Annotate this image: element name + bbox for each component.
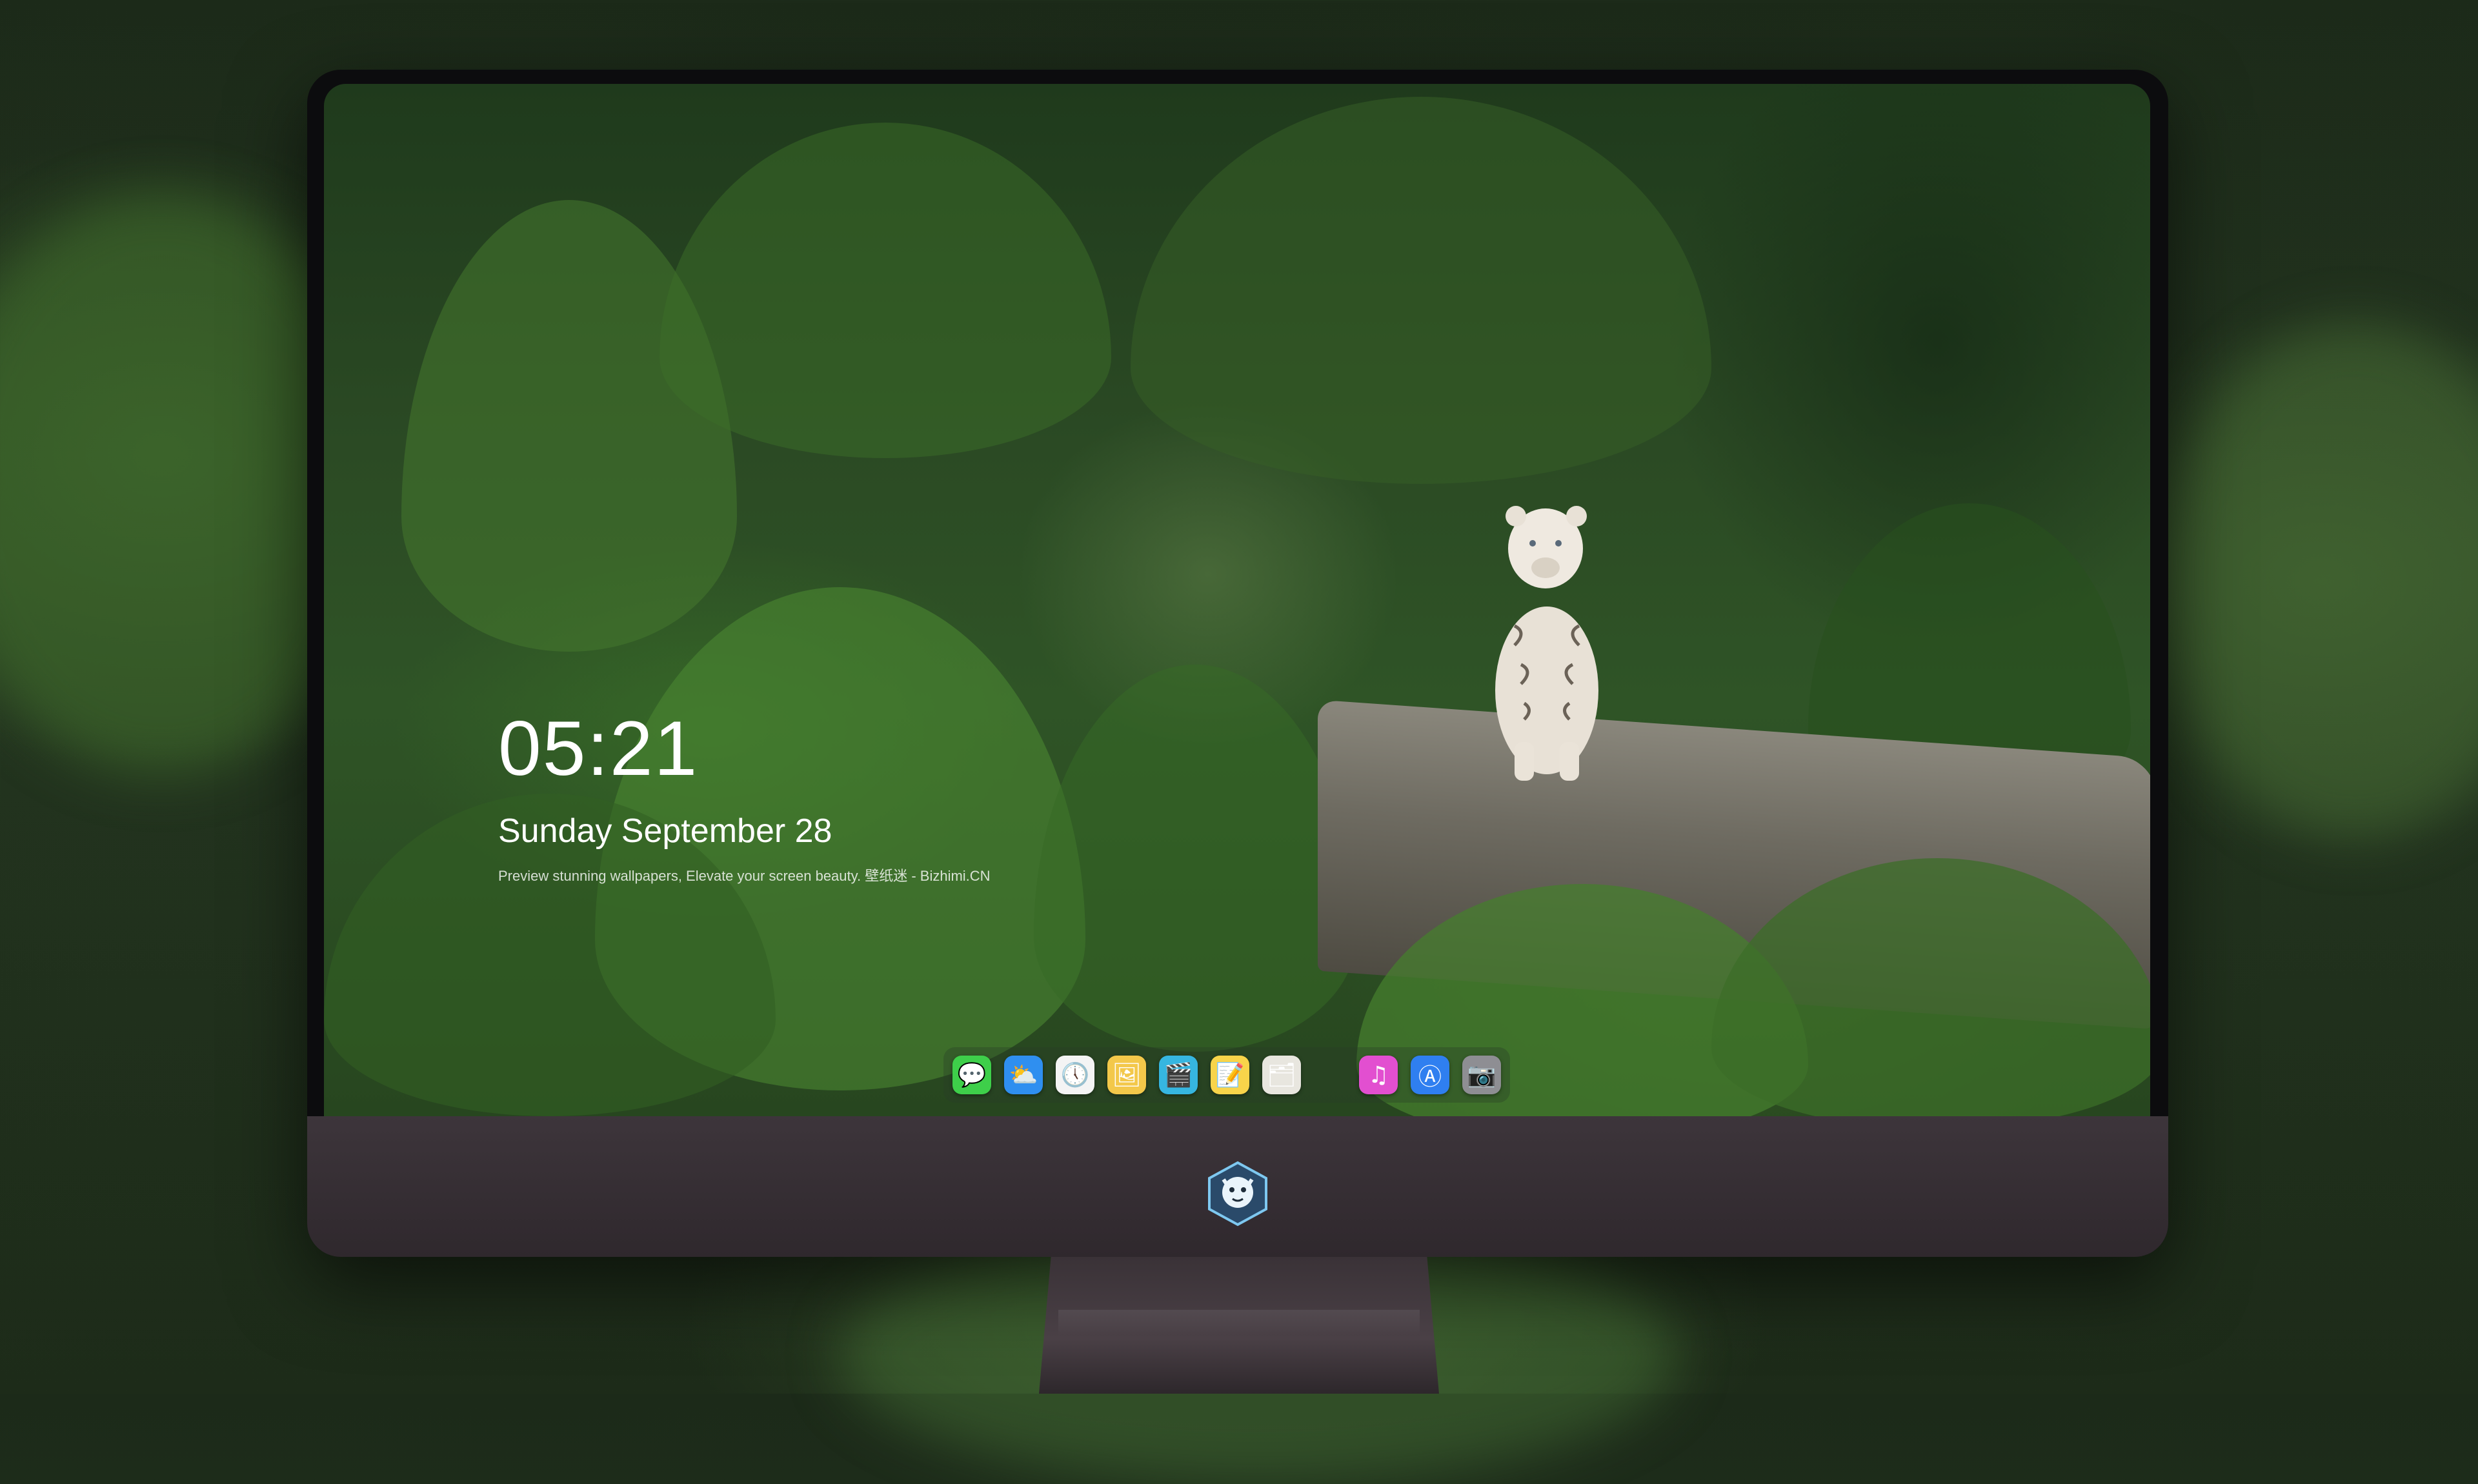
foliage [1034, 665, 1356, 1052]
desktop-wallpaper: 05:21 Sunday September 28 Preview stunni… [324, 84, 2150, 1116]
monitor-stand-shine [1058, 1310, 1420, 1336]
clock-icon[interactable]: 🕔 [1056, 1056, 1094, 1094]
app-store-icon[interactable]: Ⓐ [1411, 1056, 1449, 1094]
notes-icon[interactable]: 📝 [1211, 1056, 1249, 1094]
messages-icon[interactable]: 💬 [952, 1056, 991, 1094]
wallpaper-tagline: Preview stunning wallpapers, Elevate you… [498, 868, 991, 884]
clapperboard-icon[interactable]: 🎬 [1159, 1056, 1198, 1094]
lockscreen-clock: 05:21 Sunday September 28 Preview stunni… [498, 710, 991, 885]
foliage [1131, 97, 1711, 484]
clock-time: 05:21 [498, 705, 699, 792]
white-tiger [1495, 506, 1598, 781]
mascot-logo-icon [1208, 1161, 1267, 1227]
preview-icon[interactable]: 🖼 [1107, 1056, 1146, 1094]
camera-icon[interactable]: 📷 [1462, 1056, 1501, 1094]
clock-date: Sunday September 28 [498, 812, 832, 850]
background-foliage [2162, 323, 2478, 839]
music-icon[interactable]: ♫ [1359, 1056, 1398, 1094]
gallery-icon[interactable]: 🗂 [1262, 1056, 1301, 1094]
dock: 💬 ⛅ 🕔 🖼 🎬 📝 🗂 ♫ Ⓐ 📷 [943, 1047, 1510, 1103]
weather-icon[interactable]: ⛅ [1004, 1056, 1043, 1094]
monitor: 05:21 Sunday September 28 Preview stunni… [307, 70, 2168, 1257]
foliage [660, 123, 1111, 458]
